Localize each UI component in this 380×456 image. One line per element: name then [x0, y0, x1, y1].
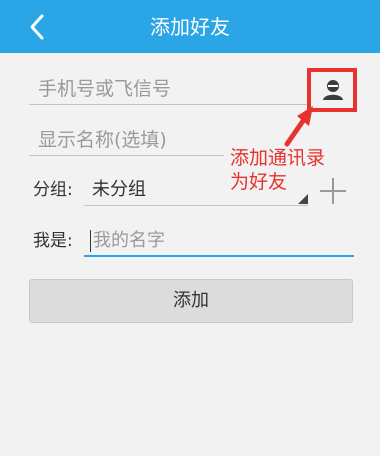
group-value: 未分组: [92, 179, 146, 200]
my-name-placeholder: 我的名字: [93, 230, 165, 251]
add-group-button[interactable]: [320, 178, 346, 204]
phone-input[interactable]: 手机号或飞信号: [29, 70, 309, 105]
dropdown-corner-icon: [298, 194, 308, 204]
phone-placeholder: 手机号或飞信号: [38, 78, 172, 100]
text-cursor: [90, 230, 91, 252]
display-name-input[interactable]: 显示名称(选填): [29, 121, 224, 156]
add-button[interactable]: 添加: [29, 279, 353, 323]
my-name-input[interactable]: 我的名字: [84, 225, 354, 257]
group-select[interactable]: 未分组: [84, 173, 308, 206]
add-friend-screen: 添加好友 手机号或飞信号 添加通讯录 为好友 显示名称(选填) 分组: 未分组 …: [0, 0, 380, 456]
contact-book-icon: [323, 80, 343, 100]
group-label: 分组:: [33, 180, 73, 200]
display-name-placeholder: 显示名称(选填): [38, 129, 167, 151]
me-label: 我是:: [33, 231, 73, 251]
annotation-line-1: 添加通讯录: [230, 147, 326, 169]
title-bar: 添加好友: [0, 0, 380, 53]
page-title: 添加好友: [150, 15, 230, 39]
